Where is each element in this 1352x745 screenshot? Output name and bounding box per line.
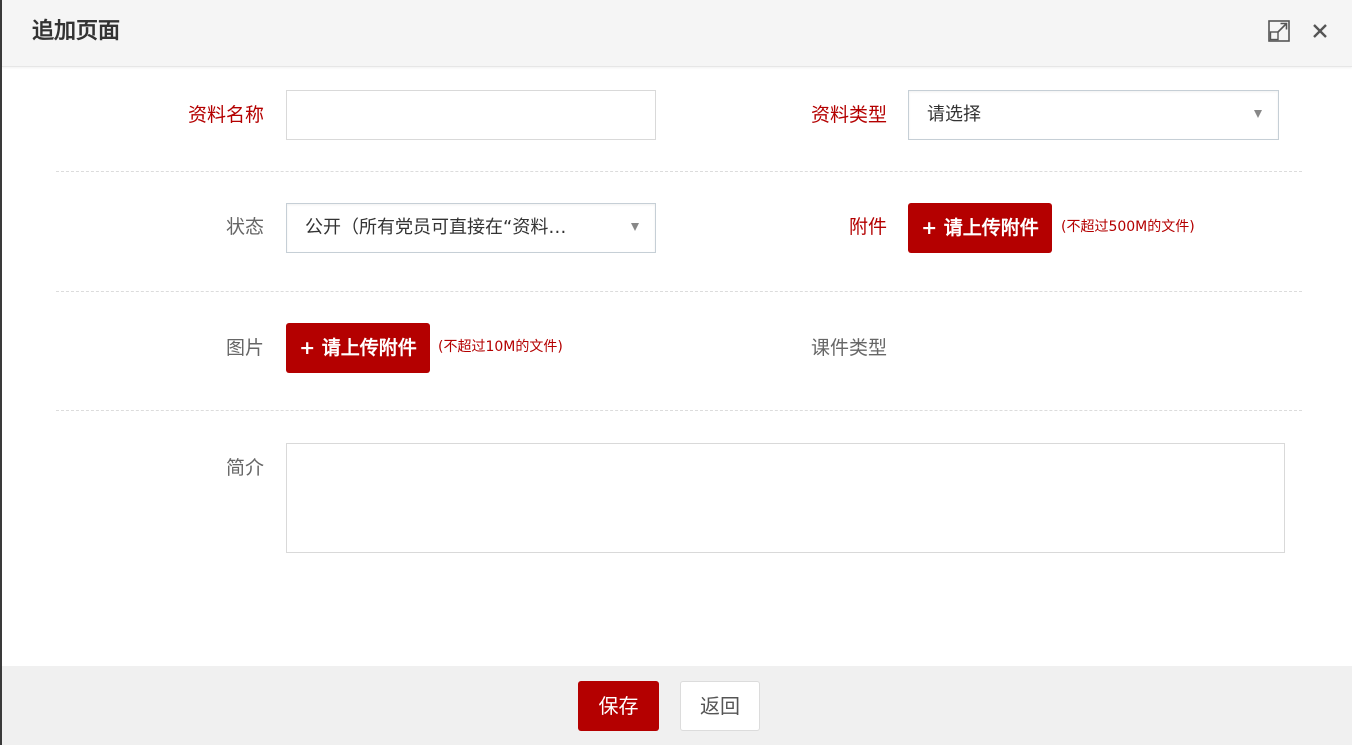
dialog-header: 追加页面 [2, 0, 1352, 67]
row-divider [56, 171, 1302, 172]
chevron-down-icon [1254, 110, 1262, 118]
course-type-label: 课件类型 [810, 337, 887, 359]
maximize-icon[interactable] [1268, 20, 1290, 42]
back-button[interactable]: 返回 [680, 681, 760, 731]
upload-image-button[interactable]: + 请上传附件 [286, 323, 430, 373]
add-page-dialog: 追加页面 资料名称 资料类型 请选择 状态 公开（所有党员可直接在“资料… 附件 [0, 0, 1352, 745]
name-input[interactable] [286, 90, 656, 140]
intro-textarea[interactable] [286, 443, 1285, 553]
type-label: 资料类型 [810, 104, 887, 126]
dialog-title: 追加页面 [32, 19, 121, 44]
status-label: 状态 [225, 216, 264, 238]
type-select-value: 请选择 [927, 104, 981, 125]
type-select[interactable]: 请选择 [908, 90, 1279, 140]
row-divider [56, 291, 1302, 292]
close-icon[interactable] [1309, 20, 1331, 42]
upload-attachment-button[interactable]: + 请上传附件 [908, 203, 1052, 253]
row-divider [56, 410, 1302, 411]
image-size-hint: (不超过10M的文件) [438, 339, 563, 355]
attachment-size-hint: (不超过500M的文件) [1061, 219, 1195, 235]
status-select-value: 公开（所有党员可直接在“资料… [305, 217, 567, 238]
dialog-footer: 保存 返回 [2, 666, 1352, 745]
chevron-down-icon [631, 223, 639, 231]
intro-label: 简介 [225, 457, 264, 479]
name-label: 资料名称 [187, 104, 264, 126]
attachment-label: 附件 [848, 216, 887, 238]
save-button[interactable]: 保存 [578, 681, 659, 731]
image-label: 图片 [225, 337, 264, 359]
status-select[interactable]: 公开（所有党员可直接在“资料… [286, 203, 656, 253]
